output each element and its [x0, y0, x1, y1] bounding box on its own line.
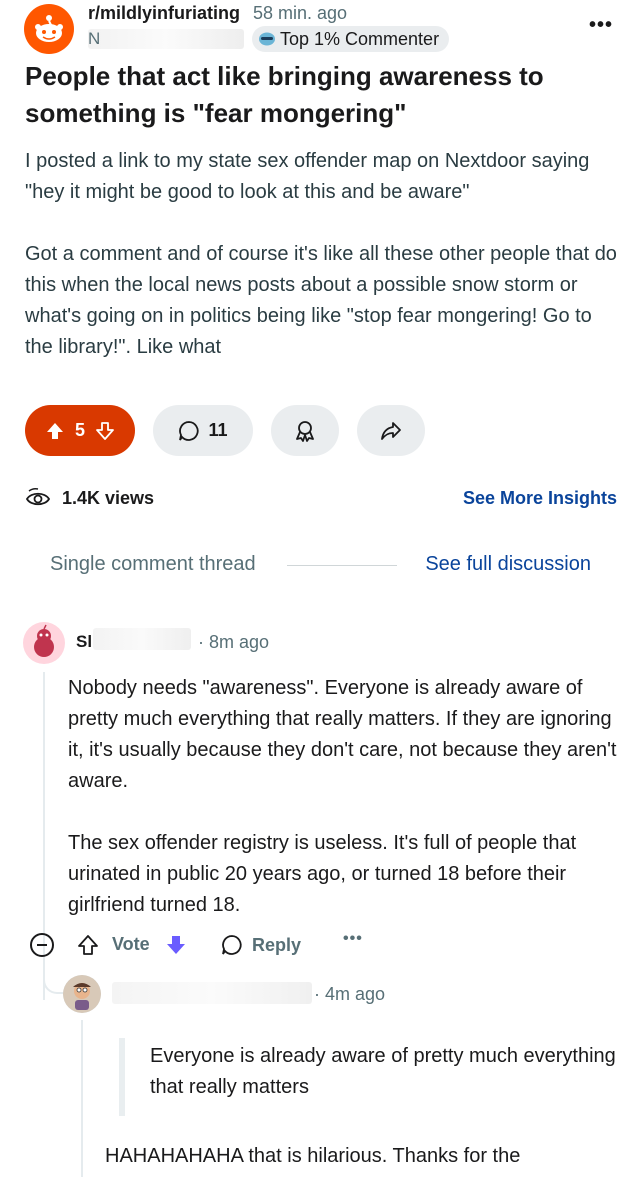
downvote-icon[interactable] — [95, 421, 115, 441]
views-icon — [25, 488, 51, 506]
more-options-button[interactable]: ••• — [586, 14, 616, 36]
vote-label: Vote — [112, 934, 150, 954]
comment1-time: · 8m ago — [198, 632, 270, 652]
comment2-time: · 4m ago — [314, 984, 386, 1004]
subreddit-name[interactable]: r/mildlyinfuriating — [88, 3, 240, 24]
comment-icon — [179, 420, 200, 441]
blockquote-bar — [119, 1038, 125, 1116]
post-time: 58 min. ago — [253, 3, 348, 23]
reply-button[interactable]: Reply — [220, 932, 301, 958]
subreddit-avatar[interactable] — [24, 4, 74, 54]
comment-paragraph: Nobody needs "awareness". Everyone is al… — [68, 677, 617, 792]
post-action-bar: 5 11 — [25, 405, 425, 456]
views-row: 1.4K views See More Insights — [25, 484, 617, 514]
see-full-discussion-link[interactable]: See full discussion — [425, 553, 591, 576]
vote-count: 5 — [74, 420, 85, 440]
thread-header: Single comment thread See full discussio… — [50, 550, 595, 580]
snoo-avatar-icon — [34, 624, 54, 657]
comment1-author[interactable]: Sl — [76, 632, 92, 652]
single-thread-label: Single comment thread — [50, 553, 256, 575]
post-body: I posted a link to my state sex offender… — [25, 146, 625, 363]
post-header: r/mildlyinfuriating 58 min. ago N Top 1%… — [0, 0, 640, 60]
badge-label: Top 1% Commenter — [280, 28, 440, 49]
post-title: People that act like bringing awareness … — [25, 61, 544, 128]
comment1-actions: Vote Reply ••• — [30, 928, 590, 962]
comment1-body: Nobody needs "awareness". Everyone is al… — [68, 673, 618, 921]
comment-count: 11 — [208, 420, 228, 440]
reddit-alien-icon — [35, 15, 63, 42]
post-paragraph: Got a comment and of course it's like al… — [25, 243, 617, 358]
minus-icon — [37, 944, 47, 946]
comment2-quote: Everyone is already aware of pretty much… — [150, 1045, 616, 1098]
share-button[interactable] — [357, 405, 425, 456]
upvote-filled-icon[interactable] — [45, 421, 65, 441]
vote-pill: 5 — [25, 405, 135, 456]
comment1-author-redacted — [93, 628, 191, 650]
upvote-icon[interactable] — [76, 933, 100, 957]
comment2-author-redacted — [112, 982, 312, 1004]
post-paragraph: I posted a link to my state sex offender… — [25, 150, 590, 203]
views-count: 1.4K views — [62, 488, 155, 508]
downvote-filled-icon[interactable] — [164, 933, 188, 957]
commenter-badge: Top 1% Commenter — [252, 26, 450, 52]
comments-button[interactable]: 11 — [153, 405, 253, 456]
award-icon — [296, 420, 314, 442]
badge-icon — [259, 32, 275, 46]
see-more-insights-link[interactable]: See More Insights — [463, 488, 617, 509]
user-avatar-icon — [63, 975, 101, 1013]
collapse-thread-button[interactable] — [30, 933, 54, 957]
comment2-thread-line[interactable] — [81, 1020, 83, 1177]
reply-icon — [222, 935, 242, 955]
reply-label: Reply — [252, 934, 302, 955]
thread-divider — [287, 565, 397, 566]
comment1-thread-line[interactable] — [43, 672, 45, 922]
comment2-body: HAHAHAHAHA that is hilarious. Thanks for… — [105, 1145, 521, 1167]
comment1-avatar[interactable] — [23, 622, 65, 664]
share-icon — [381, 421, 401, 440]
comment-paragraph: The sex offender registry is useless. It… — [68, 832, 577, 916]
post-author[interactable]: N — [88, 29, 100, 49]
author-redacted — [88, 29, 244, 49]
comment2-avatar[interactable] — [63, 975, 101, 1013]
award-button[interactable] — [271, 405, 339, 456]
comment1-more-button[interactable]: ••• — [343, 930, 363, 948]
